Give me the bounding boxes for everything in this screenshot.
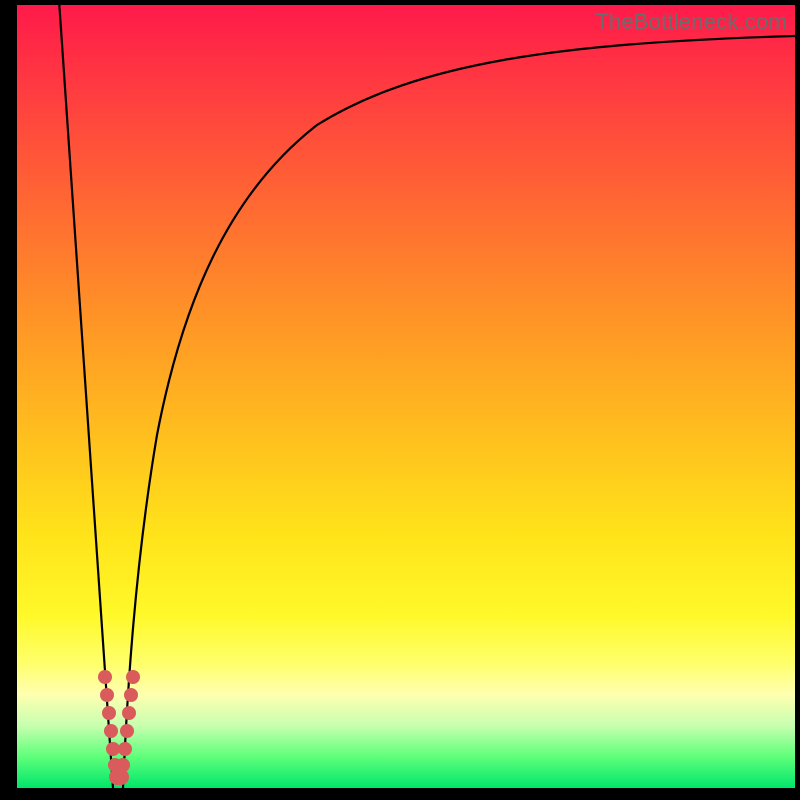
valley-markers (98, 670, 140, 785)
curve-right-branch (123, 36, 795, 788)
watermark-text: TheBottleneck.com (595, 9, 787, 35)
plot-area: TheBottleneck.com (17, 5, 795, 788)
chart-frame: TheBottleneck.com (0, 0, 800, 800)
bottleneck-curve (17, 5, 795, 788)
